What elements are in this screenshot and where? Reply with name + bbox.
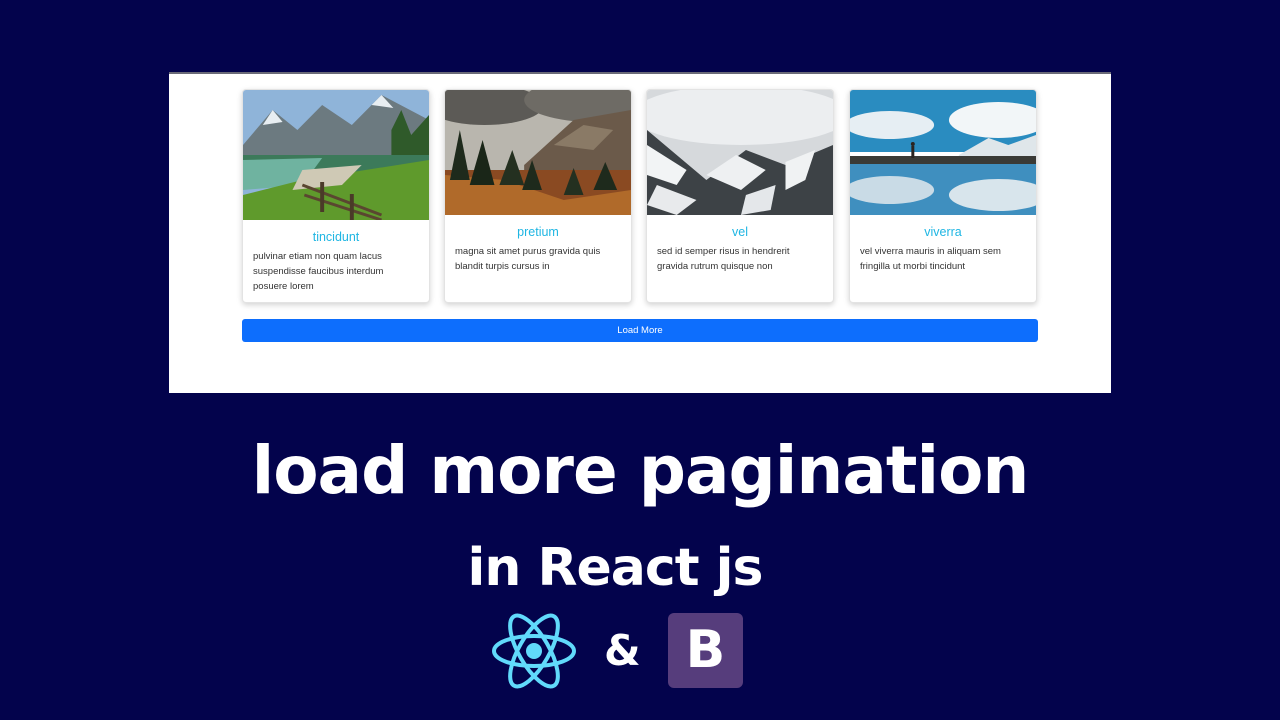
bootstrap-logo-icon: B (668, 613, 743, 688)
card-image-forest-mountain (445, 90, 631, 215)
app-screenshot-panel: tincidunt pulvinar etiam non quam lacus … (169, 72, 1111, 393)
card-text: sed id semper risus in hendrerit gravida… (657, 246, 790, 272)
headline: load more pagination (251, 432, 1030, 509)
card-image-lake-meadow (243, 90, 429, 220)
card-text: vel viverra mauris in aliquam sem fringi… (860, 246, 1001, 272)
card-title: pretium (517, 225, 559, 239)
card-text: pulvinar etiam non quam lacus suspendiss… (253, 251, 384, 292)
card-title: vel (732, 225, 748, 239)
card-title: tincidunt (312, 230, 360, 244)
card-title: viverra (924, 225, 962, 239)
card: tincidunt pulvinar etiam non quam lacus … (242, 89, 430, 303)
card: viverra vel viverra mauris in aliquam se… (849, 89, 1037, 303)
ampersand: & (604, 626, 641, 675)
card-text: magna sit amet purus gravida quis blandi… (455, 246, 601, 272)
card-image-lake-reflection (850, 90, 1036, 215)
subhead: in React js (467, 538, 764, 598)
load-more-button[interactable]: Load More (242, 319, 1038, 342)
card: pretium magna sit amet purus gravida qui… (444, 89, 632, 303)
card-grid: tincidunt pulvinar etiam non quam lacus … (242, 89, 1038, 304)
card-image-snowy-mountains (647, 90, 833, 215)
card: vel sed id semper risus in hendrerit gra… (646, 89, 834, 303)
logo-row: & B (490, 612, 750, 690)
react-logo-icon (490, 612, 578, 690)
